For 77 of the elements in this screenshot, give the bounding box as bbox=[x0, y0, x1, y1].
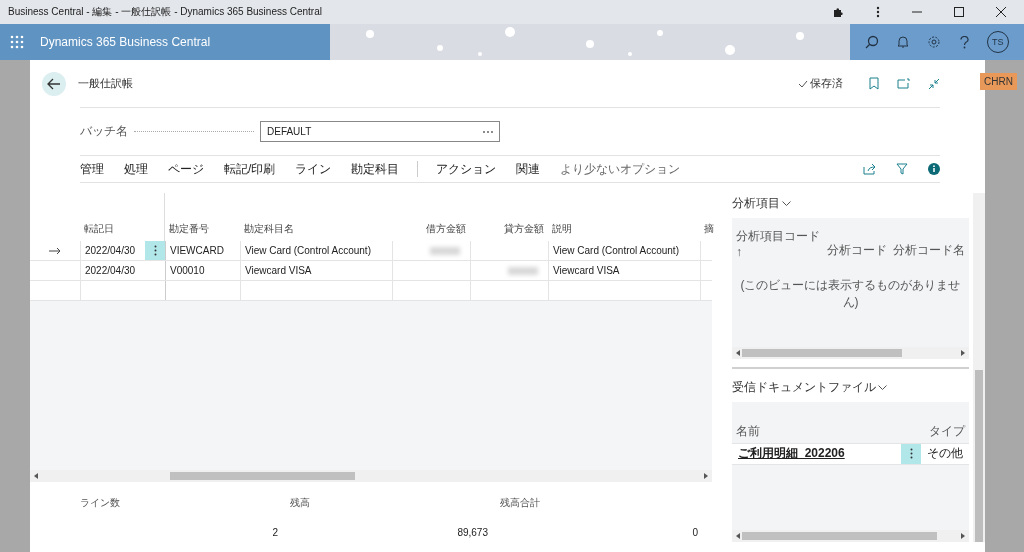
action-menu-item[interactable]: アクション bbox=[436, 160, 497, 178]
share-icon[interactable] bbox=[863, 163, 876, 175]
column-header[interactable]: 転記日 bbox=[80, 222, 145, 241]
table-cell: V00010 bbox=[165, 261, 240, 280]
column-header[interactable]: 名前 bbox=[736, 422, 760, 440]
column-header[interactable]: 分析コード名 bbox=[893, 242, 965, 259]
page-title: 一般仕訳帳 bbox=[78, 76, 133, 91]
info-icon[interactable] bbox=[928, 163, 940, 175]
company-badge: CHRN bbox=[980, 73, 1017, 90]
action-menu-item[interactable]: 関連 bbox=[516, 160, 541, 178]
filter-icon[interactable] bbox=[896, 163, 908, 175]
summary-label: ライン数 bbox=[80, 496, 121, 510]
column-header[interactable]: 貸方金額 bbox=[470, 222, 548, 241]
chevron-down-icon[interactable] bbox=[878, 384, 887, 390]
more-vertical-icon bbox=[909, 448, 913, 459]
column-header[interactable]: 勘定番号 bbox=[165, 222, 240, 241]
action-menu-item[interactable]: ライン bbox=[295, 160, 332, 178]
maximize-icon[interactable] bbox=[954, 7, 964, 17]
summary-value: 2 bbox=[272, 527, 278, 538]
saved-status: 保存済 bbox=[810, 76, 843, 91]
column-header[interactable]: 借方金額 bbox=[392, 222, 470, 241]
close-icon[interactable] bbox=[996, 7, 1006, 17]
bookmark-icon[interactable] bbox=[869, 77, 879, 90]
column-header[interactable]: 分析項目コード↑ bbox=[736, 228, 820, 259]
checkmark-icon bbox=[798, 79, 808, 88]
app-launcher-icon[interactable] bbox=[10, 35, 24, 49]
table-cell: View Card (Control Account) bbox=[240, 241, 392, 260]
summary-value: 0 bbox=[692, 527, 698, 538]
horizontal-scrollbar[interactable] bbox=[30, 470, 712, 482]
table-cell: Viewcard VISA bbox=[548, 261, 700, 280]
document-link[interactable]: ご利用明細_202206 bbox=[732, 445, 901, 462]
scroll-right-icon[interactable] bbox=[961, 533, 965, 539]
scroll-right-icon[interactable] bbox=[961, 349, 965, 356]
arrow-left-icon bbox=[47, 77, 61, 90]
summary-value: 89,673 bbox=[457, 527, 488, 538]
scroll-left-icon[interactable] bbox=[736, 349, 740, 356]
fewer-options-link[interactable]: より少ないオプション bbox=[560, 160, 681, 178]
window-title: Business Central - 編集 - 一般仕訳帳 - Dynamics 365 Business Central bbox=[8, 5, 322, 19]
action-menu-item[interactable]: 処理 bbox=[124, 160, 148, 178]
batch-name-field[interactable]: DEFAULT bbox=[260, 121, 500, 142]
vertical-scrollbar[interactable] bbox=[973, 193, 985, 542]
horizontal-scrollbar[interactable] bbox=[732, 530, 969, 542]
action-menu-item[interactable]: ページ bbox=[168, 160, 204, 178]
column-header[interactable]: 説明 bbox=[548, 222, 700, 241]
scroll-right-icon[interactable] bbox=[704, 473, 708, 479]
empty-message: (このビューには表示するものがありません) bbox=[739, 277, 962, 311]
back-button[interactable] bbox=[42, 71, 66, 96]
factbox-title[interactable]: 受信ドキュメントファイル bbox=[732, 378, 876, 396]
settings-icon[interactable] bbox=[927, 35, 942, 49]
summary-label: 残高合計 bbox=[500, 496, 541, 510]
column-header[interactable]: タイプ bbox=[929, 422, 965, 440]
column-header[interactable]: 分析コード bbox=[826, 242, 887, 259]
help-icon[interactable] bbox=[959, 35, 969, 49]
summary-label: 残高 bbox=[290, 496, 311, 510]
more-icon[interactable] bbox=[876, 6, 880, 18]
open-in-new-window-icon[interactable] bbox=[897, 78, 910, 89]
action-menu-item[interactable]: 管理 bbox=[80, 160, 104, 178]
table-cell: 2022/04/30 bbox=[80, 261, 145, 280]
field-label: バッチ名 bbox=[80, 123, 128, 140]
table-cell: Viewcard VISA bbox=[240, 261, 392, 280]
scroll-left-icon[interactable] bbox=[34, 473, 38, 479]
scroll-left-icon[interactable] bbox=[736, 533, 740, 539]
bell-icon[interactable] bbox=[897, 35, 910, 49]
chevron-down-icon[interactable] bbox=[782, 201, 791, 206]
table-cell: View Card (Control Account) bbox=[548, 241, 700, 260]
action-menu-item[interactable]: 転記/印刷 bbox=[224, 160, 276, 178]
table-cell: VIEWCARD bbox=[165, 241, 240, 260]
column-header[interactable]: 勘定科目名 bbox=[240, 222, 392, 241]
collapse-icon[interactable] bbox=[928, 77, 940, 90]
action-menu-item[interactable]: 勘定科目 bbox=[351, 160, 400, 178]
search-icon[interactable] bbox=[865, 35, 880, 49]
puzzle-icon[interactable] bbox=[832, 6, 844, 18]
table-cell-text: その他 bbox=[926, 445, 964, 462]
column-header[interactable]: 摘 bbox=[700, 222, 730, 241]
horizontal-scrollbar[interactable] bbox=[732, 346, 969, 359]
factbox-title[interactable]: 分析項目 bbox=[732, 195, 780, 212]
more-vertical-icon bbox=[153, 245, 157, 256]
